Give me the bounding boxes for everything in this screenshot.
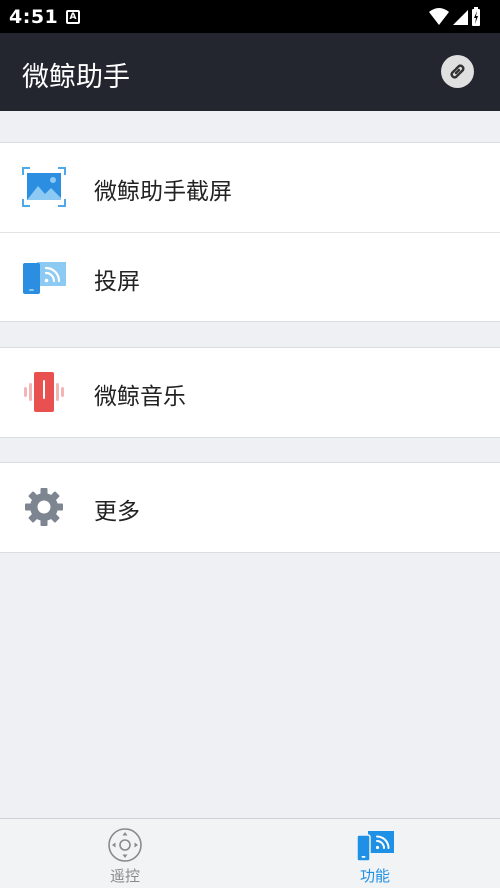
menu-label-music: 微鲸音乐 xyxy=(94,384,186,410)
status-time: 4:51 xyxy=(9,6,59,28)
menu-label-screenshot: 微鲸助手截屏 xyxy=(94,179,232,205)
notification-badge-icon: A xyxy=(66,10,80,24)
status-bar: 4:51 A xyxy=(0,0,500,33)
menu-group-tools: 微鲸助手截屏 投屏 xyxy=(0,142,500,322)
app-title: 微鲸助手 xyxy=(22,62,130,93)
gear-icon xyxy=(25,488,63,526)
status-icons xyxy=(429,7,480,26)
menu-item-screenshot[interactable]: 微鲸助手截屏 xyxy=(0,143,500,232)
music-icon xyxy=(24,372,64,412)
screenshot-icon xyxy=(22,167,66,207)
menu-group-music: 微鲸音乐 xyxy=(0,347,500,438)
signal-icon xyxy=(453,10,468,25)
remote-control-icon xyxy=(108,828,142,862)
cast-function-icon xyxy=(356,831,394,862)
nav-label-remote: 遥控 xyxy=(109,867,140,885)
nav-item-functions[interactable]: 功能 xyxy=(250,819,500,888)
nav-label-functions: 功能 xyxy=(359,867,390,885)
bottom-navigation: 遥控 功能 xyxy=(0,818,500,888)
menu-group-more: 更多 xyxy=(0,462,500,553)
link-icon xyxy=(450,64,465,79)
menu-label-cast: 投屏 xyxy=(94,269,140,295)
menu-item-cast[interactable]: 投屏 xyxy=(0,232,500,321)
menu-label-more: 更多 xyxy=(94,499,140,525)
menu-item-more[interactable]: 更多 xyxy=(0,463,500,552)
battery-icon xyxy=(472,7,480,26)
wifi-icon xyxy=(429,8,449,25)
nav-item-remote[interactable]: 遥控 xyxy=(0,819,250,888)
app-bar: 微鲸助手 xyxy=(0,33,500,111)
menu-item-music[interactable]: 微鲸音乐 xyxy=(0,348,500,437)
cast-screen-icon xyxy=(23,262,66,294)
link-button[interactable] xyxy=(441,55,474,88)
